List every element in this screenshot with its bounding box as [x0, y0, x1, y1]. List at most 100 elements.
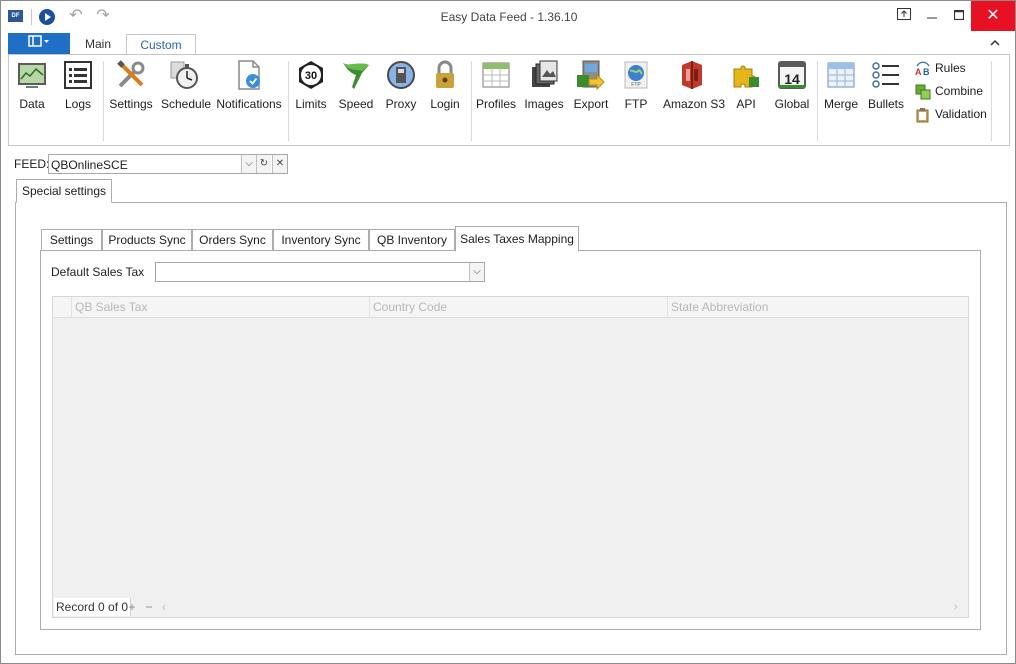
- export-button[interactable]: Export: [572, 59, 610, 115]
- ribbon-button-label: Amazon S3: [663, 97, 726, 111]
- tab-orders-sync[interactable]: Orders Sync: [192, 229, 273, 251]
- svg-text:A: A: [915, 67, 922, 77]
- ribbon-button-label: Settings: [109, 97, 153, 111]
- ribbon-button-label: Data: [19, 97, 45, 111]
- ribbon-group-separator: [103, 61, 104, 141]
- combine-icon: [915, 84, 931, 100]
- remove-record-icon[interactable]: −: [142, 598, 156, 616]
- sales-tax-grid[interactable]: QB Sales Tax Country Code State Abbrevia…: [52, 296, 969, 618]
- maximize-icon[interactable]: [946, 5, 972, 27]
- login-button[interactable]: Login: [427, 59, 463, 115]
- validation-button[interactable]: Validation: [915, 105, 987, 123]
- chart-monitor-icon: [16, 59, 48, 91]
- combine-label: Combine: [935, 84, 984, 98]
- ribbon-display-options-icon[interactable]: [891, 5, 917, 27]
- default-sales-tax-select[interactable]: ⌵: [155, 262, 485, 282]
- bullets-icon: [870, 59, 902, 91]
- column-state-abbreviation[interactable]: State Abbreviation: [667, 297, 968, 318]
- close-icon[interactable]: ✕: [971, 1, 1015, 31]
- proxy-button[interactable]: Proxy: [383, 59, 419, 115]
- tools-icon: [115, 59, 147, 91]
- ftp-button[interactable]: FTP FTP: [618, 59, 654, 115]
- tab-main[interactable]: Main: [73, 34, 123, 55]
- amazon-s3-icon: [676, 59, 708, 91]
- ribbon-button-label: Images: [524, 97, 564, 111]
- ribbon-button-label: Merge: [823, 97, 858, 111]
- data-button[interactable]: Data: [15, 59, 49, 115]
- window-title: Easy Data Feed - 1.36.10: [440, 10, 578, 24]
- rules-label: Rules: [935, 61, 966, 75]
- bullets-button[interactable]: Bullets: [867, 59, 905, 115]
- ribbon-group-separator: [817, 61, 818, 141]
- ribbon-button-label: API: [736, 97, 756, 111]
- tab-special-settings[interactable]: Special settings: [16, 179, 112, 203]
- images-icon: [528, 59, 560, 91]
- speed-limit-icon: 30: [295, 59, 327, 91]
- ribbon-group-separator: [991, 61, 992, 141]
- combine-button[interactable]: Combine: [915, 82, 983, 100]
- logs-button[interactable]: Logs: [61, 59, 95, 115]
- amazon-s3-button[interactable]: Amazon S3: [663, 59, 726, 115]
- profiles-button[interactable]: Profiles: [476, 59, 516, 115]
- grid-merge-icon: [825, 59, 857, 91]
- ribbon-button-label: Proxy: [385, 97, 417, 111]
- title-bar: DF ↶ ↷ Easy Data Feed - 1.36.10 ✕: [1, 1, 1015, 32]
- scroll-right-icon[interactable]: ›: [954, 598, 964, 616]
- global-button[interactable]: 14 Global: [773, 59, 811, 115]
- feed-value[interactable]: QBOnlineSCE: [51, 158, 128, 172]
- default-sales-tax-label: Default Sales Tax: [51, 265, 145, 279]
- schedule-button[interactable]: Schedule: [161, 59, 212, 115]
- tab-sales-taxes-mapping[interactable]: Sales Taxes Mapping: [455, 226, 579, 252]
- ribbon-button-label: Bullets: [867, 97, 905, 111]
- calendar-day-text: 14: [784, 71, 800, 87]
- tab-custom[interactable]: Custom: [126, 34, 196, 55]
- tab-settings[interactable]: Settings: [41, 229, 102, 251]
- settings-button[interactable]: Settings: [109, 59, 153, 115]
- limits-button[interactable]: 30 Limits: [294, 59, 328, 115]
- chevron-down-icon[interactable]: ⌵: [241, 155, 256, 173]
- ribbon-button-label: FTP: [624, 97, 648, 111]
- ribbon-group-separator: [471, 61, 472, 141]
- column-qb-sales-tax[interactable]: QB Sales Tax: [71, 297, 369, 318]
- grid-indicator-column: [53, 297, 71, 318]
- ribbon-button-label: Global: [774, 97, 810, 111]
- grid-navigator: Record 0 of 0 + − ‹ ›: [53, 597, 968, 617]
- validation-label: Validation: [935, 107, 987, 121]
- add-record-icon[interactable]: +: [125, 598, 139, 616]
- tab-qb-inventory[interactable]: QB Inventory: [369, 229, 455, 251]
- tab-products-sync[interactable]: Products Sync: [102, 229, 192, 251]
- proxy-icon: [385, 59, 417, 91]
- api-button[interactable]: API: [729, 59, 763, 115]
- minimize-icon[interactable]: [919, 5, 945, 27]
- refresh-icon[interactable]: ↻: [256, 155, 271, 173]
- file-menu-button[interactable]: [8, 33, 70, 55]
- rules-button[interactable]: AB Rules: [915, 59, 966, 77]
- ribbon-button-label: Notifications: [216, 97, 282, 111]
- speed-button[interactable]: Speed: [338, 59, 374, 115]
- ribbon-button-label: Speed: [338, 97, 374, 111]
- clear-icon[interactable]: ✕: [272, 155, 287, 173]
- calendar-icon: 14: [776, 59, 808, 91]
- images-button[interactable]: Images: [524, 59, 564, 115]
- notification-doc-icon: [233, 59, 265, 91]
- chevron-down-icon[interactable]: ⌵: [469, 263, 484, 281]
- flag-icon: [340, 59, 372, 91]
- feed-label: FEED:: [14, 157, 50, 171]
- merge-button[interactable]: Merge: [822, 59, 860, 115]
- svg-text:FTP: FTP: [631, 82, 641, 88]
- notifications-button[interactable]: Notifications: [215, 59, 283, 115]
- feed-select[interactable]: QBOnlineSCE ⌵ ↻ ✕: [48, 154, 288, 174]
- ribbon-button-label: Schedule: [161, 97, 212, 111]
- stopwatch-icon: [168, 59, 200, 91]
- ribbon-collapse-icon[interactable]: [988, 36, 1002, 50]
- ribbon-button-label: Profiles: [476, 97, 517, 111]
- app-window: DF ↶ ↷ Easy Data Feed - 1.36.10 ✕ Main C…: [0, 0, 1016, 664]
- column-country-code[interactable]: Country Code: [369, 297, 667, 318]
- list-icon: [62, 59, 94, 91]
- scroll-left-icon[interactable]: ‹: [157, 598, 171, 616]
- export-icon: [575, 59, 607, 91]
- tab-inventory-sync[interactable]: Inventory Sync: [273, 229, 369, 251]
- record-counter: Record 0 of 0: [54, 598, 132, 616]
- ribbon-button-label: Login: [430, 97, 460, 111]
- ribbon-button-label: Logs: [64, 97, 92, 111]
